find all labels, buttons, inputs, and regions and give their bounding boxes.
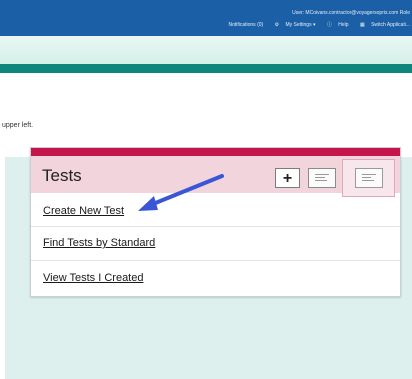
- link-divider: [31, 260, 400, 261]
- help-icon: ⓘ: [326, 22, 332, 28]
- top-nav-bar: User: MCoivans.contractor@voyagersopris.…: [0, 0, 412, 36]
- instruction-text: upper left.: [2, 122, 34, 129]
- user-label: User: MCoivans.contractor@voyagersopris.…: [292, 10, 399, 16]
- header-band: [0, 36, 412, 64]
- add-test-button[interactable]: +: [275, 168, 300, 188]
- switch-app-link[interactable]: ▦ Switch Applicati...: [355, 22, 410, 28]
- find-tests-by-standard-link[interactable]: Find Tests by Standard: [43, 237, 155, 249]
- help-label: Help: [338, 22, 349, 28]
- notifications-link[interactable]: Notifications (0): [228, 22, 263, 28]
- create-new-test-link[interactable]: Create New Test: [43, 205, 124, 217]
- top-menu: Notifications (0) ⚙ My Settings ▾ ⓘ Help…: [223, 21, 410, 28]
- view-tests-i-created-link[interactable]: View Tests I Created: [43, 272, 143, 284]
- list-view-button[interactable]: [308, 168, 336, 188]
- teal-divider-bar: [0, 64, 412, 73]
- my-settings-menu[interactable]: ⚙ My Settings ▾: [270, 22, 317, 28]
- switch-app-label: Switch Applicati...: [371, 22, 410, 28]
- user-info: User: MCoivans.contractor@voyagersopris.…: [292, 10, 410, 16]
- user-role-label: Role: [399, 10, 410, 16]
- help-link[interactable]: ⓘ Help: [322, 22, 350, 28]
- link-divider: [31, 226, 400, 227]
- tests-panel-title: Tests: [42, 166, 82, 185]
- pointer-arrow-icon: [138, 174, 224, 211]
- detail-view-button[interactable]: [355, 168, 383, 188]
- gear-icon: ⚙: [274, 22, 280, 28]
- grid-icon: ▦: [359, 22, 365, 28]
- my-settings-label: My Settings ▾: [285, 22, 316, 28]
